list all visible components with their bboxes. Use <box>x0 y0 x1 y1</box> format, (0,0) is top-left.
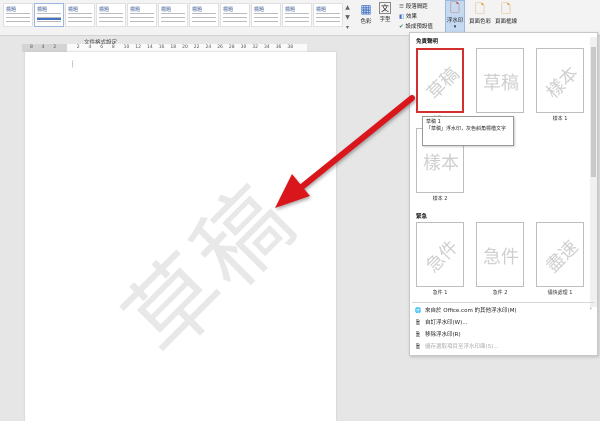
red-arrow-annotation <box>275 95 415 208</box>
